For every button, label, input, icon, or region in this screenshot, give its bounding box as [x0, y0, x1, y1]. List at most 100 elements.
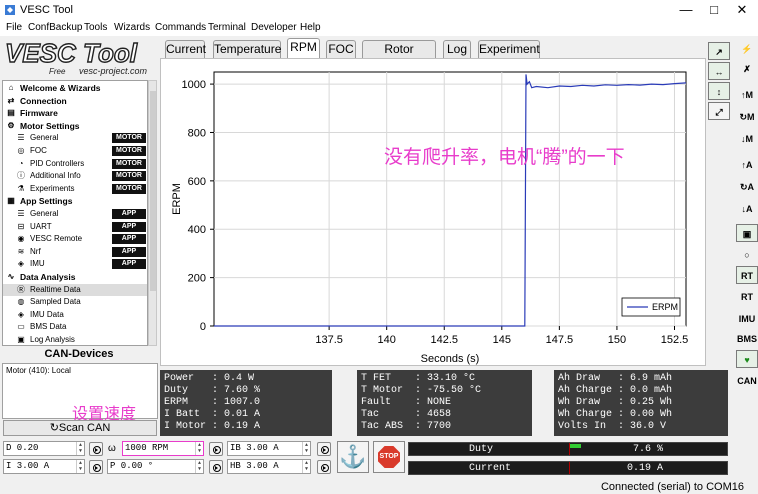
stat-tac: Tac : 4658	[361, 409, 452, 420]
set-handbrake-button[interactable]	[317, 460, 331, 474]
close-icon[interactable]: ✕	[730, 2, 754, 18]
scan-can-label: Scan CAN	[58, 422, 111, 434]
zoom-vertical-icon[interactable]: ↕	[708, 82, 730, 100]
nav-item-general-10[interactable]: ☰ General APP	[3, 208, 147, 220]
write-motor-config-icon[interactable]: ↓M	[736, 130, 758, 148]
realtime-rt-icon[interactable]: RT	[736, 266, 758, 284]
nav-item-welcome-wizards-0[interactable]: ⌂ Welcome & Wizards	[3, 82, 147, 94]
menu-commands[interactable]: Commands	[155, 22, 206, 33]
sliders-icon: ☰	[17, 209, 25, 218]
realtime-app-icon[interactable]: RT	[736, 288, 758, 306]
maximize-icon[interactable]: □	[702, 2, 726, 18]
nav-scrollbar-thumb[interactable]	[150, 91, 156, 291]
gamepad-icon[interactable]: ○	[736, 246, 758, 264]
nav-item-label: Data Analysis	[20, 272, 76, 282]
set-rpm-button[interactable]	[209, 442, 223, 456]
stat-volts-in: Volts In : 36.0 V	[558, 421, 667, 432]
nav-item-additional-info-7[interactable]: ⓘ Additional Info MOTOR	[3, 170, 147, 182]
menu-wizards[interactable]: Wizards	[114, 22, 150, 33]
position-input[interactable]: P 0.00 ° ▲ ▼	[107, 459, 204, 474]
zoom-horizontal-icon[interactable]: ↔	[708, 62, 730, 80]
nav-item-bms-data-19[interactable]: ▭ BMS Data	[3, 321, 147, 333]
gauge-icon: ◔	[18, 158, 24, 168]
read-default-app-config-icon[interactable]: ↻A	[736, 178, 758, 196]
tab-foc[interactable]: FOC	[326, 40, 356, 58]
anchor-icon[interactable]: ⚓	[337, 441, 369, 473]
nav-item-data-analysis-15[interactable]: ∿ Data Analysis	[3, 271, 147, 283]
nav-item-imu-data-18[interactable]: ◈ IMU Data	[3, 309, 147, 321]
handbrake-input[interactable]: HB 3.00 A ▲ ▼	[227, 459, 311, 474]
stats-panel-left: Power : 0.4 W Duty : 7.60 % ERPM : 1007.…	[160, 370, 332, 436]
app-icon	[5, 5, 15, 15]
rpm-input[interactable]: 1000 RPM ▲ ▼	[122, 441, 204, 456]
nav-item-app-settings-9[interactable]: ▦ App Settings	[3, 195, 147, 207]
nav-item-nrf-13[interactable]: ≋ Nrf APP	[3, 246, 147, 258]
vesc-logo: VESC Tool Free vesc-project.com	[4, 38, 147, 76]
stop-button[interactable]: STOP	[373, 441, 405, 473]
menu-confbackup[interactable]: ConfBackup	[28, 22, 82, 33]
tab-temperature[interactable]: Temperature	[213, 40, 281, 58]
nav-item-motor-settings-3[interactable]: ⚙ Motor Settings	[3, 120, 147, 132]
nav-item-connection-1[interactable]: ⇄ Connection	[3, 95, 147, 107]
stat-wh-draw: Wh Draw : 0.25 Wh	[558, 397, 673, 408]
connect-icon[interactable]: ⚡	[736, 40, 758, 58]
firmware-icon: ▤	[7, 108, 15, 118]
menu-terminal[interactable]: Terminal	[208, 22, 246, 33]
bms-icon[interactable]: BMS	[736, 330, 758, 348]
nav-item-label: App Settings	[20, 196, 73, 207]
set-duty-button[interactable]	[89, 442, 103, 456]
rescale-icon[interactable]: ⤢	[708, 102, 730, 120]
can-fwd-icon[interactable]: ▣	[736, 224, 758, 242]
current-input[interactable]: I 3.00 A ▲ ▼	[3, 459, 85, 474]
stat-t-motor: T Motor : -75.50 °C	[361, 385, 482, 396]
menu-tools[interactable]: Tools	[84, 22, 107, 33]
duty-input[interactable]: D 0.20 ▲ ▼	[3, 441, 85, 456]
tab-log[interactable]: Log	[443, 40, 471, 58]
nav-item-sampled-data-17[interactable]: ◍ Sampled Data	[3, 296, 147, 308]
current-bar-value: 0.19 A	[626, 463, 663, 474]
write-app-config-icon[interactable]: ↓A	[736, 200, 758, 218]
scan-can-button[interactable]: ↻Scan CAN	[3, 420, 157, 436]
brake-current-input[interactable]: IB 3.00 A ▲ ▼	[227, 441, 311, 456]
nav-item-label: General	[30, 133, 59, 143]
nav-item-experiments-8[interactable]: ⚗ Experiments MOTOR	[3, 183, 147, 195]
menu-help[interactable]: Help	[300, 22, 321, 33]
nav-scrollbar[interactable]	[148, 80, 157, 346]
can-device-item[interactable]: Motor (410): Local	[6, 366, 71, 375]
heart-icon[interactable]: ♥	[736, 350, 758, 368]
nav-item-uart-11[interactable]: ⊟ UART APP	[3, 221, 147, 233]
disconnect-icon[interactable]: ✗	[736, 60, 758, 78]
minimize-icon[interactable]: —	[674, 2, 698, 18]
zoom-both-icon[interactable]: ↗	[708, 42, 730, 60]
read-motor-config-icon[interactable]: ↑M	[736, 86, 758, 104]
tab-rotor-position[interactable]: Rotor Position	[362, 40, 436, 73]
set-current-button[interactable]	[89, 460, 103, 474]
set-position-button[interactable]	[209, 460, 223, 474]
nav-item-log-analysis-20[interactable]: ▣ Log Analysis	[3, 334, 147, 345]
nav-item-label: General	[30, 209, 59, 218]
read-default-motor-config-icon[interactable]: ↻M	[736, 108, 758, 126]
tab-current[interactable]: Current	[165, 40, 206, 58]
nav-item-foc-5[interactable]: ◎ FOC MOTOR	[3, 145, 147, 157]
nav-item-label: Additional Info	[30, 171, 81, 181]
menu-developer[interactable]: Developer	[251, 22, 297, 33]
nav-item-general-4[interactable]: ☰ General MOTOR	[3, 132, 147, 144]
nav-item-imu-14[interactable]: ◈ IMU APP	[3, 258, 147, 270]
menu-file[interactable]: File	[6, 22, 22, 33]
x-tick-label: 152.5	[661, 334, 689, 346]
tab-rpm[interactable]: RPM	[287, 38, 320, 59]
nav-item-realtime-data-16[interactable]: Ⓡ Realtime Data	[3, 283, 147, 296]
foc-icon: ◎	[17, 146, 25, 155]
imu-icon[interactable]: IMU	[736, 310, 758, 328]
read-app-config-icon[interactable]: ↑A	[736, 156, 758, 174]
nav-item-pid-controllers-6[interactable]: ◔ PID Controllers MOTOR	[3, 158, 147, 170]
nav-item-firmware-2[interactable]: ▤ Firmware	[3, 107, 147, 119]
nav-item-label: Firmware	[20, 108, 58, 119]
set-brake-button[interactable]	[317, 442, 331, 456]
connection-icon: ⇄	[7, 95, 15, 105]
can-scan-icon[interactable]: CAN	[736, 372, 758, 390]
nav-item-vesc-remote-12[interactable]: ◉ VESC Remote APP	[3, 233, 147, 245]
tab-experiment[interactable]: Experiment	[478, 40, 540, 58]
nav-item-label: Sampled Data	[30, 297, 81, 307]
refresh-icon: ↻	[49, 422, 59, 434]
